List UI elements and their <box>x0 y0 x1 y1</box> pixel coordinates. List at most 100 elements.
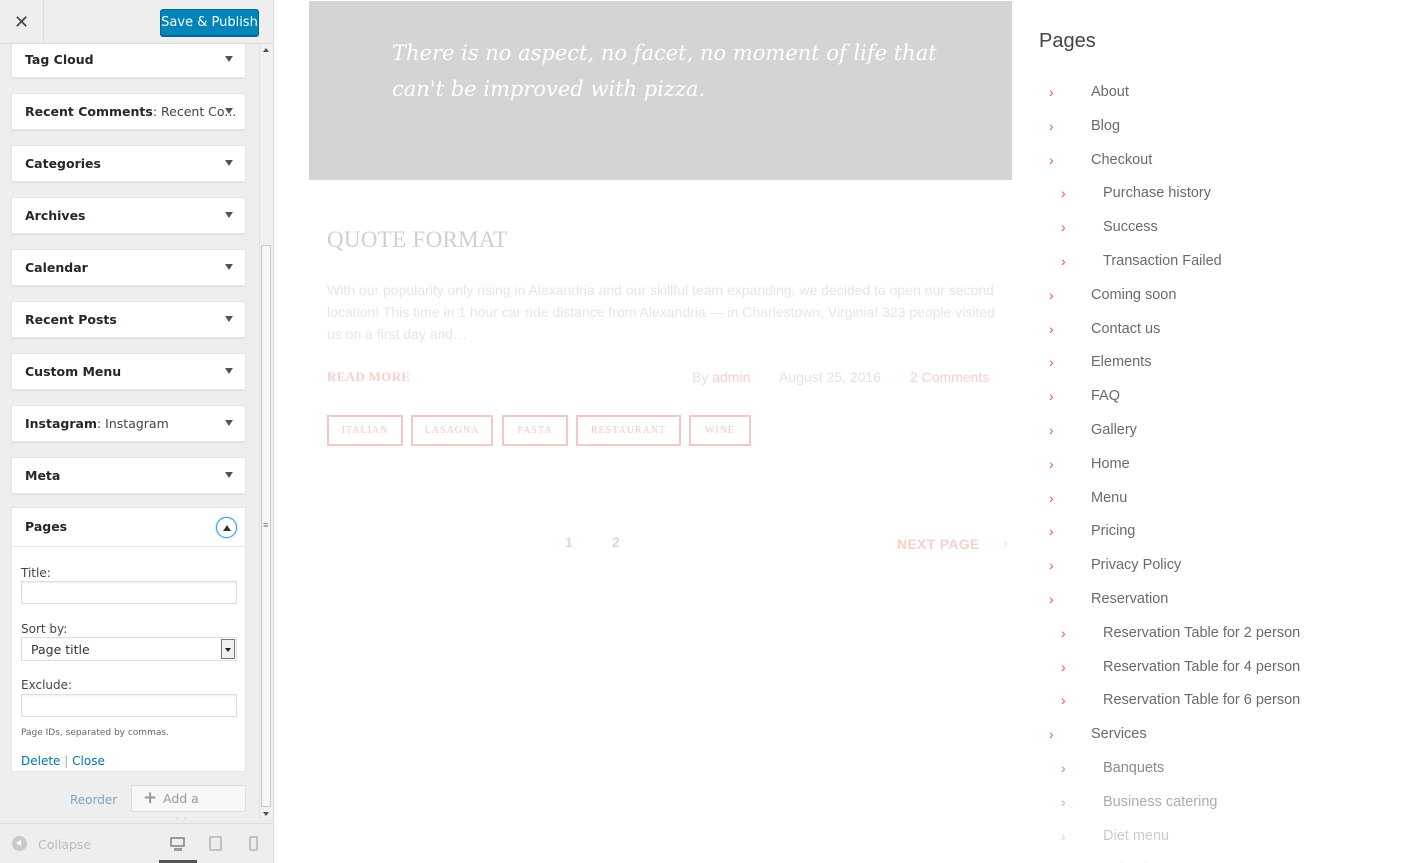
widget-pages-header[interactable]: Pages <box>12 508 245 547</box>
widget-title: Pages <box>25 519 68 534</box>
delete-widget-link[interactable]: Delete <box>21 754 60 768</box>
chevron-right-icon: › <box>1049 151 1054 168</box>
pages-list-item-label: Reservation Table for 6 person <box>1103 692 1301 709</box>
chevron-down-icon[interactable] <box>225 316 233 322</box>
exclude-input[interactable] <box>21 694 237 717</box>
widget-title: Recent Comments <box>25 104 153 119</box>
save-publish-button[interactable]: Save & Publish <box>160 9 259 36</box>
chevron-right-icon: › <box>1061 253 1066 269</box>
pages-list-item-label: Reservation Table for 2 person <box>1103 624 1301 641</box>
collapse-widget-button[interactable] <box>216 517 237 538</box>
title-label: Title: <box>21 566 51 580</box>
chevron-up-icon <box>222 524 231 531</box>
add-widget-label: Add a Widget <box>163 791 207 819</box>
close-customizer-button[interactable]: ✕ <box>0 0 44 44</box>
tag-italian[interactable]: ITALIAN <box>327 415 403 446</box>
pages-list-item-label: Reservation Table for 4 person <box>1103 658 1301 675</box>
widget-meta[interactable]: Meta <box>11 457 246 494</box>
chevron-right-icon: › <box>1061 658 1066 675</box>
customizer-panel: ✕ Save & Publish Tag Cloud Recent Commen… <box>0 0 274 863</box>
title-input[interactable] <box>21 581 237 604</box>
author-link[interactable]: admin <box>712 369 750 385</box>
add-widget-button[interactable]: + Add a Widget <box>131 785 246 819</box>
dropdown-arrow-icon[interactable] <box>221 639 235 659</box>
tablet-preview-icon[interactable] <box>209 836 225 852</box>
pages-list-item-label: Diet menu <box>1103 827 1170 844</box>
collapse-button[interactable]: Collapse <box>38 837 91 852</box>
pages-list-item-label: Purchase history <box>1103 185 1211 202</box>
scroll-down-arrow-icon[interactable] <box>263 812 269 816</box>
post-excerpt: With our popularity only rising in Alexa… <box>327 282 995 342</box>
pages-list-item-label: Checkout <box>1091 151 1153 168</box>
post-date: August 25, 2016 <box>779 369 881 385</box>
close-widget-link[interactable]: Close <box>72 754 105 768</box>
chevron-right-icon: › <box>1061 185 1066 202</box>
pages-list-item-label: Elements <box>1091 354 1152 371</box>
chevron-right-icon: › <box>1061 624 1066 641</box>
pages-list-item-label: Gallery <box>1091 422 1137 438</box>
widget-custom-menu[interactable]: Custom Menu <box>11 353 246 390</box>
widget-tag-cloud[interactable]: Tag Cloud <box>11 44 246 78</box>
widget-instagram[interactable]: Instagram: Instagram <box>11 405 246 442</box>
pagination-page-1[interactable]: 1 <box>565 534 573 550</box>
pages-list-item-label: Privacy Policy <box>1091 557 1182 574</box>
exclude-help-text: Page IDs, separated by commas. <box>21 728 169 738</box>
comments-link[interactable]: 2 Comments <box>910 369 989 385</box>
sort-by-select[interactable]: Page title <box>21 637 237 661</box>
widget-recent-comments[interactable]: Recent Comments: Recent Co... <box>11 93 246 130</box>
sidebar-scrollbar[interactable]: ≡ <box>259 44 272 819</box>
pages-widget-heading: Pages <box>1039 30 1096 52</box>
chevron-right-icon: › <box>1049 422 1054 438</box>
chevron-right-icon: › <box>1049 320 1054 337</box>
chevron-down-icon[interactable] <box>225 264 233 270</box>
post-author: By admin <box>692 369 750 385</box>
pages-list-item-label: Transaction Failed <box>1103 253 1222 269</box>
tag-lasagna[interactable]: LASAGNA <box>411 415 493 446</box>
widget-archives[interactable]: Archives <box>11 197 246 234</box>
chevron-down-icon[interactable] <box>225 212 233 218</box>
mobile-preview-icon[interactable] <box>249 836 265 852</box>
widget-calendar[interactable]: Calendar <box>11 249 246 286</box>
tag-pasta[interactable]: PASTA <box>502 415 568 446</box>
read-more-link[interactable]: READ MORE <box>327 369 410 385</box>
scroll-up-arrow-icon[interactable] <box>263 48 269 52</box>
post-title[interactable]: QUOTE FORMAT <box>327 227 508 253</box>
chevron-right-icon: › <box>1049 489 1054 506</box>
chevron-right-icon[interactable]: › <box>1003 535 1008 552</box>
pages-list-item-label: Contact us <box>1091 320 1161 337</box>
pagination-page-2[interactable]: 2 <box>612 534 620 550</box>
author-prefix: By <box>692 369 713 385</box>
chevron-down-icon[interactable] <box>225 472 233 478</box>
desktop-preview-icon[interactable] <box>170 836 186 852</box>
chevron-down-icon[interactable] <box>225 368 233 374</box>
widget-categories[interactable]: Categories <box>11 145 246 182</box>
chevron-right-icon: › <box>1061 760 1066 776</box>
customizer-footer: Collapse <box>0 823 273 863</box>
tag-wine[interactable]: WINE <box>689 415 751 446</box>
widget-subtitle: : Recent Co... <box>152 104 237 119</box>
next-page-link[interactable]: NEXT PAGE <box>897 536 980 552</box>
widget-pages-expanded: Pages Title: Sort by: Page title Exclude… <box>11 507 246 772</box>
widget-title: Categories <box>25 156 101 171</box>
chevron-down-icon[interactable] <box>225 160 233 166</box>
chevron-down-icon[interactable] <box>225 56 233 62</box>
widget-title: Tag Cloud <box>25 52 94 67</box>
pages-list-item-label: Banquets <box>1103 760 1165 776</box>
chevron-right-icon: › <box>1061 793 1066 810</box>
reorder-link[interactable]: Reorder <box>70 793 117 807</box>
chevron-down-icon[interactable] <box>225 420 233 426</box>
pages-list-item-label: Coming soon <box>1091 286 1177 303</box>
widget-title: Calendar <box>25 260 88 275</box>
chevron-down-icon[interactable] <box>225 108 233 114</box>
widget-actions: Delete | Close <box>21 754 105 768</box>
widget-title: Instagram <box>25 416 97 431</box>
widget-title: Custom Menu <box>25 364 122 379</box>
collapse-icon[interactable] <box>12 836 27 851</box>
scrollbar-thumb[interactable]: ≡ <box>261 245 271 807</box>
sort-by-label: Sort by: <box>21 622 68 636</box>
customizer-header: ✕ Save & Publish <box>0 0 273 44</box>
pages-list-item-label: Success <box>1103 219 1158 236</box>
chevron-right-icon: › <box>1049 523 1054 540</box>
widget-recent-posts[interactable]: Recent Posts <box>11 301 246 338</box>
tag-restaurant[interactable]: RESTAURANT <box>576 415 681 446</box>
